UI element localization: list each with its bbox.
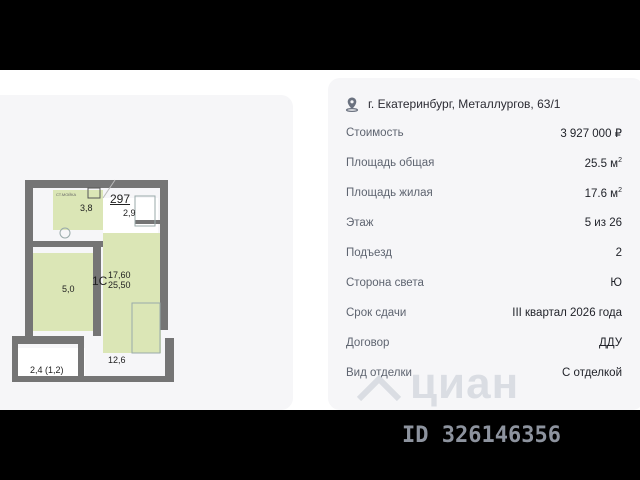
room-area-label: 3,8 bbox=[80, 203, 93, 213]
rooms-count: 1С bbox=[92, 274, 108, 288]
detail-row-orientation: Сторона света Ю bbox=[346, 274, 622, 292]
detail-value: 5 из 26 bbox=[584, 217, 622, 229]
detail-row-contract: Договор ДДУ bbox=[346, 334, 622, 352]
address-text: г. Екатеринбург, Металлургов, 63/1 bbox=[368, 97, 561, 111]
detail-label: Этаж bbox=[346, 217, 374, 229]
detail-label: Подъезд bbox=[346, 247, 392, 259]
location-pin-icon bbox=[345, 97, 359, 112]
detail-row-deadline: Срок сдачи III квартал 2026 года bbox=[346, 304, 622, 322]
plan-label-sink: СТ.МОЙКА bbox=[56, 192, 77, 197]
detail-label: Стоимость bbox=[346, 127, 404, 139]
cian-logo-icon bbox=[356, 375, 402, 402]
detail-value: 2 bbox=[615, 247, 622, 259]
detail-label: Срок сдачи bbox=[346, 307, 407, 319]
total-area-label: 25,50 bbox=[108, 280, 131, 290]
detail-label: Площадь общая bbox=[346, 157, 435, 169]
room-area-label: 12,6 bbox=[108, 355, 126, 365]
detail-value: 25.5 м2 bbox=[584, 156, 622, 170]
apartment-number: 297 bbox=[110, 192, 131, 206]
detail-row-floor: Этаж 5 из 26 bbox=[346, 214, 622, 232]
detail-row-living-area: Площадь жилая 17.6 м2 bbox=[346, 184, 622, 202]
room-area-label: 5,0 bbox=[62, 284, 75, 294]
detail-value: 3 927 000 ₽ bbox=[560, 128, 622, 140]
watermark-brand: циан bbox=[410, 359, 520, 408]
detail-label: Сторона света bbox=[346, 277, 424, 289]
detail-value: III квартал 2026 года bbox=[512, 307, 622, 319]
balcony-area-label: 2,4 (1,2) bbox=[30, 365, 64, 375]
detail-label: Договор bbox=[346, 337, 390, 349]
detail-row-total-area: Площадь общая 25.5 м2 bbox=[346, 154, 622, 172]
room-area-label: 2,9 bbox=[123, 208, 136, 218]
detail-value: ДДУ bbox=[598, 337, 622, 349]
detail-value: 17.6 м2 bbox=[584, 186, 622, 200]
watermark-logo: циан bbox=[355, 359, 585, 408]
living-area-label: 17,60 bbox=[108, 270, 131, 280]
watermark-id: ID 326146356 bbox=[402, 423, 561, 448]
detail-row-price: Стоимость 3 927 000 ₽ bbox=[346, 124, 622, 142]
floorplan: СТ.МОЙКА 297 3,8 2,9 5,0 1С 17,60 25,50 … bbox=[10, 178, 175, 386]
detail-label: Площадь жилая bbox=[346, 187, 433, 199]
detail-row-entrance: Подъезд 2 bbox=[346, 244, 622, 262]
address-row[interactable]: г. Екатеринбург, Металлургов, 63/1 bbox=[344, 96, 560, 112]
detail-value: Ю bbox=[610, 277, 622, 289]
